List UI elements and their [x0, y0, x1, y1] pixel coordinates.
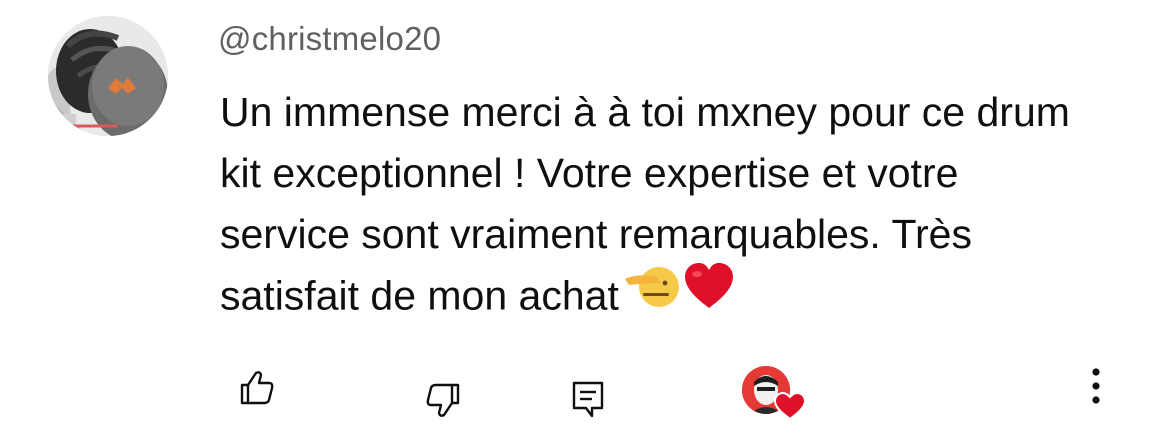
- heart-icon: [774, 392, 806, 420]
- comment-text-line: kit exceptionnel ! Votre expertise et vo…: [220, 150, 959, 196]
- commenter-avatar[interactable]: [48, 16, 168, 136]
- dislike-button[interactable]: [420, 378, 468, 422]
- comment-author[interactable]: @christmelo20: [218, 20, 441, 58]
- more-options-button[interactable]: [1076, 364, 1116, 408]
- thumbs-up-icon: [240, 371, 274, 405]
- comment-text-line: service sont vraiment remarquables. Très: [220, 211, 972, 257]
- comment-text: Un immense merci à à toi mxney pour ce d…: [220, 82, 1140, 332]
- comment-text-line: Un immense merci à à toi mxney pour ce d…: [220, 89, 1070, 135]
- reply-icon: [572, 381, 604, 418]
- comment-text-line-last: satisfait de mon achat: [220, 262, 1140, 332]
- like-button[interactable]: [234, 366, 278, 410]
- saluting-face-icon: [623, 261, 679, 328]
- more-vertical-icon: [1092, 368, 1100, 404]
- creator-heart-badge[interactable]: [742, 366, 806, 422]
- reply-button[interactable]: [566, 376, 610, 422]
- red-heart-icon: [683, 262, 735, 327]
- comment: @christmelo20 Un immense merci à à toi m…: [0, 0, 1170, 435]
- thumbs-down-icon: [426, 383, 460, 417]
